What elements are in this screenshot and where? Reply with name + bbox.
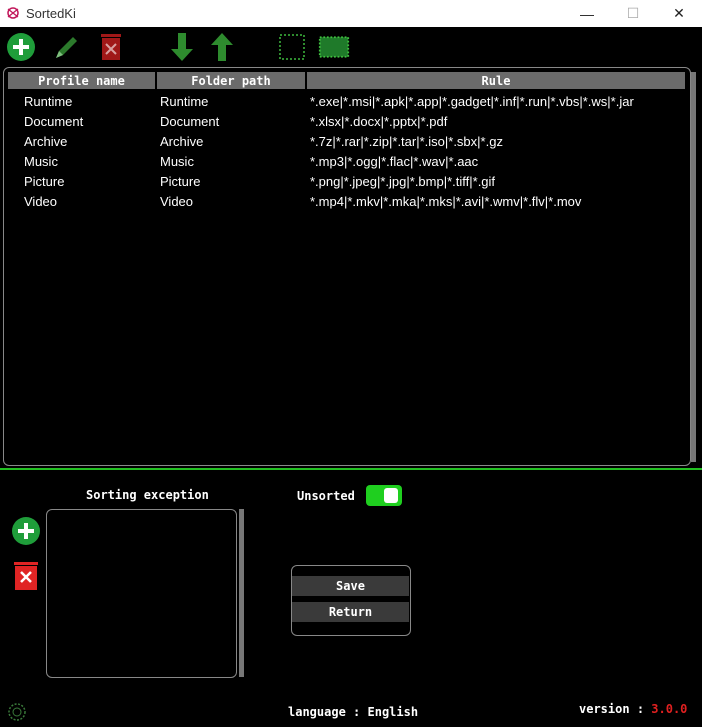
edit-profile-button[interactable]	[50, 31, 82, 63]
cell-folder-path: Runtime	[160, 94, 209, 109]
table-row[interactable]: Music Music *.mp3|*.ogg|*.flac|*.wav|*.a…	[0, 152, 690, 172]
cell-profile-name: Picture	[24, 174, 65, 189]
version-info: version : 3.0.0	[579, 702, 687, 716]
cell-folder-path: Video	[160, 194, 194, 209]
delete-profile-button[interactable]	[95, 31, 127, 63]
cell-folder-path: Music	[160, 154, 194, 169]
cell-rule: *.mp4|*.mkv|*.mka|*.mks|*.avi|*.wmv|*.fl…	[310, 194, 582, 209]
cell-profile-name: Document	[24, 114, 84, 129]
cell-profile-name: Runtime	[24, 94, 73, 109]
unsorted-toggle[interactable]	[366, 485, 402, 506]
add-exception-button[interactable]	[11, 516, 41, 546]
language-selector[interactable]: language : English	[288, 705, 418, 719]
close-button[interactable]: ✕	[656, 0, 702, 27]
column-header-rule[interactable]: Rule	[307, 72, 685, 89]
cell-rule: *.xlsx|*.docx|*.pptx|*.pdf	[310, 114, 448, 129]
column-header-profile-name[interactable]: Profile name	[8, 72, 155, 89]
deselect-all-button[interactable]	[276, 31, 308, 63]
app-logo-icon	[7, 7, 19, 19]
minimize-button[interactable]: —	[564, 0, 610, 27]
cell-rule: *.png|*.jpeg|*.jpg|*.bmp|*.tiff|*.gif	[310, 174, 496, 189]
window-title: SortedKi	[26, 6, 76, 21]
select-all-button[interactable]	[318, 31, 350, 63]
save-button[interactable]: Save	[292, 576, 409, 596]
cell-profile-name: Music	[24, 154, 58, 169]
table-scrollbar[interactable]	[691, 72, 696, 462]
globe-icon[interactable]	[7, 702, 27, 722]
language-value: English	[367, 705, 419, 719]
profiles-table-body: Runtime Runtime *.exe|*.msi|*.apk|*.app|…	[0, 92, 690, 212]
language-separator: :	[353, 705, 361, 719]
cell-folder-path: Picture	[160, 174, 201, 189]
table-row[interactable]: Picture Picture *.png|*.jpeg|*.jpg|*.bmp…	[0, 172, 690, 192]
cell-rule: *.mp3|*.ogg|*.flac|*.wav|*.aac	[310, 154, 479, 169]
version-value: 3.0.0	[651, 702, 688, 716]
move-up-button[interactable]	[206, 31, 238, 63]
cell-rule: *.7z|*.rar|*.zip|*.tar|*.iso|*.sbx|*.gz	[310, 134, 503, 149]
version-separator: :	[636, 702, 645, 716]
move-down-button[interactable]	[166, 31, 198, 63]
toggle-knob	[384, 488, 398, 503]
language-label: language	[288, 705, 346, 719]
table-row[interactable]: Archive Archive *.7z|*.rar|*.zip|*.tar|*…	[0, 132, 690, 152]
cell-profile-name: Video	[24, 194, 58, 209]
cell-folder-path: Document	[160, 114, 220, 129]
maximize-button[interactable]: ☐	[610, 0, 656, 27]
return-button[interactable]: Return	[292, 602, 409, 622]
cell-folder-path: Archive	[160, 134, 204, 149]
cell-rule: *.exe|*.msi|*.apk|*.app|*.gadget|*.inf|*…	[310, 94, 634, 109]
unsorted-label: Unsorted	[297, 489, 355, 503]
exception-scrollbar[interactable]	[239, 509, 244, 677]
sorting-exception-list[interactable]	[46, 509, 237, 678]
table-row[interactable]: Runtime Runtime *.exe|*.msi|*.apk|*.app|…	[0, 92, 690, 112]
add-profile-button[interactable]	[5, 31, 37, 63]
cell-profile-name: Archive	[24, 134, 68, 149]
title-bar: SortedKi — ☐ ✕	[0, 0, 702, 27]
sorting-exception-title: Sorting exception	[86, 488, 209, 502]
delete-exception-button[interactable]	[12, 561, 40, 591]
table-row[interactable]: Video Video *.mp4|*.mkv|*.mka|*.mks|*.av…	[0, 192, 690, 212]
column-header-folder-path[interactable]: Folder path	[157, 72, 305, 89]
version-label: version	[579, 702, 630, 716]
table-row[interactable]: Document Document *.xlsx|*.docx|*.pptx|*…	[0, 112, 690, 132]
section-divider	[0, 468, 702, 470]
